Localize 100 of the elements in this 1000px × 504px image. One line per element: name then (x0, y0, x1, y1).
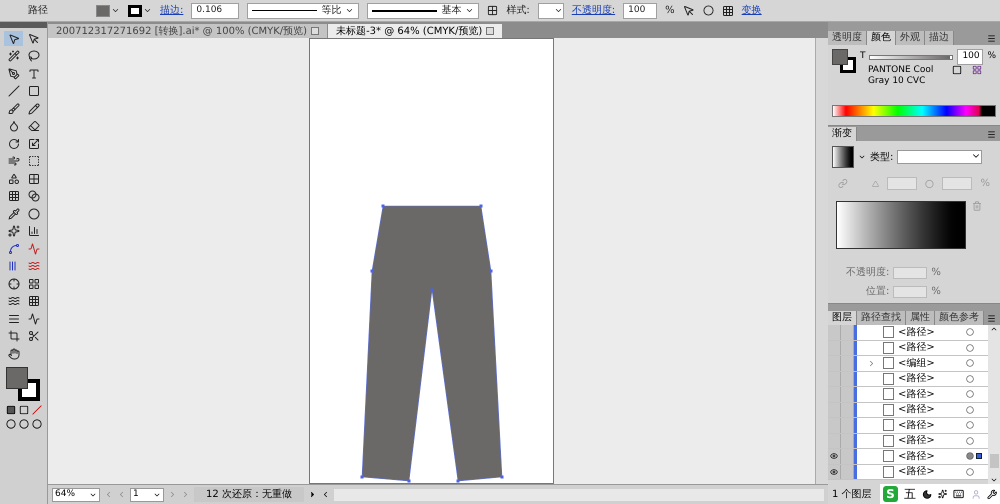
perspective-grid-tool-icon[interactable] (28, 172, 40, 184)
scroll-up-icon[interactable] (990, 325, 998, 333)
moon-icon[interactable] (922, 488, 932, 500)
layer-row[interactable]: <路径> (828, 449, 988, 464)
list-tool-icon[interactable] (8, 312, 20, 324)
layer-row[interactable]: <路径> (828, 340, 988, 356)
lasso-tool-icon[interactable] (28, 50, 40, 62)
layer-row[interactable]: <路径> (828, 402, 988, 418)
layer-row[interactable]: <路径> (828, 418, 988, 434)
panel-tab[interactable]: 属性 (906, 311, 935, 325)
caret-icon[interactable] (111, 6, 120, 15)
dropdown-icon[interactable] (858, 153, 866, 161)
wrench-icon[interactable] (986, 488, 997, 500)
opacity-field[interactable] (893, 266, 928, 278)
angle-field[interactable] (886, 177, 918, 190)
pen-tool-icon[interactable] (8, 68, 20, 80)
gradient-mode-icon[interactable] (18, 405, 28, 415)
magic-wand-tool-icon[interactable] (8, 50, 20, 62)
draw-normal-icon[interactable] (6, 419, 16, 429)
line-tool-icon[interactable] (8, 85, 20, 97)
panel-tab[interactable]: 渐变 (828, 127, 857, 141)
swatch-icon[interactable] (952, 65, 962, 75)
scale-tool-icon[interactable] (28, 138, 40, 150)
input-field[interactable]: 0.106 (191, 2, 240, 18)
layer-row[interactable]: <编组> (828, 356, 988, 372)
grid-icon[interactable] (722, 4, 734, 16)
color-book-icon[interactable] (972, 65, 982, 75)
artboard-tool-icon[interactable] (8, 330, 20, 342)
eyedropper-tool-icon[interactable] (8, 208, 20, 220)
horizontal-scrollbar[interactable] (334, 488, 824, 500)
document-tab[interactable]: 未标题-3* @ 64% (CMYK/预览) (328, 24, 502, 38)
close-icon[interactable] (486, 27, 494, 35)
layer-row[interactable]: <路径> (828, 464, 988, 480)
eraser-tool-icon[interactable] (28, 120, 40, 132)
crosshair-tool-icon[interactable] (8, 278, 20, 290)
gradient-tool-icon[interactable] (28, 190, 40, 202)
draw-behind-icon[interactable] (18, 419, 28, 429)
color-mode-icon[interactable] (6, 405, 16, 415)
draw-inside-icon[interactable] (32, 419, 42, 429)
mesh-tool-icon[interactable] (8, 190, 20, 202)
caret-icon[interactable] (465, 6, 474, 15)
input-field[interactable]: 100 (957, 49, 984, 65)
direct-selection-tool-icon[interactable] (28, 32, 40, 44)
symbol-sprayer-tool-icon[interactable] (8, 225, 20, 237)
align-icon[interactable] (487, 5, 498, 16)
scroll-left-icon[interactable] (321, 490, 330, 499)
document-tab[interactable]: 200712317271692 [转换].ai* @ 100% (CMYK/预览) (48, 24, 328, 38)
gradient-swatch[interactable] (832, 146, 854, 168)
panel-menu-icon[interactable] (987, 130, 996, 139)
eye-icon[interactable] (830, 468, 838, 476)
selection-tool-icon[interactable] (8, 32, 20, 44)
color-spectrum[interactable] (832, 105, 996, 117)
caret-icon[interactable] (554, 6, 563, 15)
free-transform-tool-icon[interactable] (28, 155, 40, 167)
wave-tool-icon[interactable] (8, 295, 20, 307)
graph-tool-icon[interactable] (28, 225, 40, 237)
stroke-color-dropdown[interactable] (128, 4, 152, 16)
opacity-link[interactable]: 不透明度: (572, 3, 616, 18)
panel-tab[interactable]: 颜色参考 (935, 311, 984, 325)
location-field[interactable] (893, 286, 928, 298)
panel-tab[interactable]: 图层 (828, 311, 857, 325)
stroke-link[interactable]: 描边: (160, 3, 184, 18)
scroll-down-icon[interactable] (990, 476, 998, 484)
fill-color-dropdown[interactable] (96, 4, 120, 16)
rotate-tool-icon[interactable] (8, 138, 20, 150)
line-graph-tool-icon[interactable] (28, 312, 40, 324)
brush-dropdown[interactable]: 基本 (367, 2, 480, 18)
panel-menu-icon[interactable] (987, 314, 996, 323)
shape-builder-tool-icon[interactable] (8, 172, 20, 184)
panel-tab[interactable]: 描边 (925, 31, 954, 45)
close-icon[interactable] (311, 27, 320, 35)
stroke-profile-dropdown[interactable]: 等比 (247, 2, 360, 18)
layer-row[interactable]: <路径> (828, 387, 988, 402)
type-tool-icon[interactable] (28, 68, 40, 80)
warp-tool-icon[interactable] (8, 155, 20, 167)
fill-stroke-swatches[interactable] (6, 367, 40, 401)
slice-tool-icon[interactable] (28, 330, 40, 342)
grid-tool-icon[interactable] (28, 295, 40, 307)
hand-tool-icon[interactable] (8, 348, 20, 360)
eye-icon[interactable] (830, 452, 838, 460)
panel-tab[interactable]: 透明度 (828, 31, 867, 45)
none-mode-icon[interactable] (32, 405, 42, 415)
caret-icon[interactable] (345, 6, 354, 15)
panel-tab[interactable]: 路径查找 (857, 311, 906, 325)
layer-row[interactable]: <路径> (828, 434, 988, 449)
rectangle-tool-icon[interactable] (28, 85, 40, 97)
tint-slider[interactable] (869, 54, 954, 60)
status-menu-icon[interactable] (308, 490, 317, 499)
pencil-tool-icon[interactable] (28, 102, 40, 114)
zoom-dropdown[interactable]: 64% (52, 488, 100, 502)
paintbrush-tool-icon[interactable] (8, 102, 20, 114)
input-field[interactable]: 100 (623, 2, 658, 18)
keyboard-icon[interactable] (953, 488, 965, 500)
layer-row[interactable]: <路径> (828, 372, 988, 387)
artboard-dropdown[interactable]: 1 (130, 488, 164, 502)
layer-row[interactable]: <路径> (828, 325, 988, 340)
panel-menu-icon[interactable] (987, 34, 996, 43)
transform-link[interactable]: 变换 (742, 3, 762, 18)
caret-icon[interactable] (143, 6, 152, 15)
panel-tab[interactable]: 颜色 (867, 31, 896, 45)
